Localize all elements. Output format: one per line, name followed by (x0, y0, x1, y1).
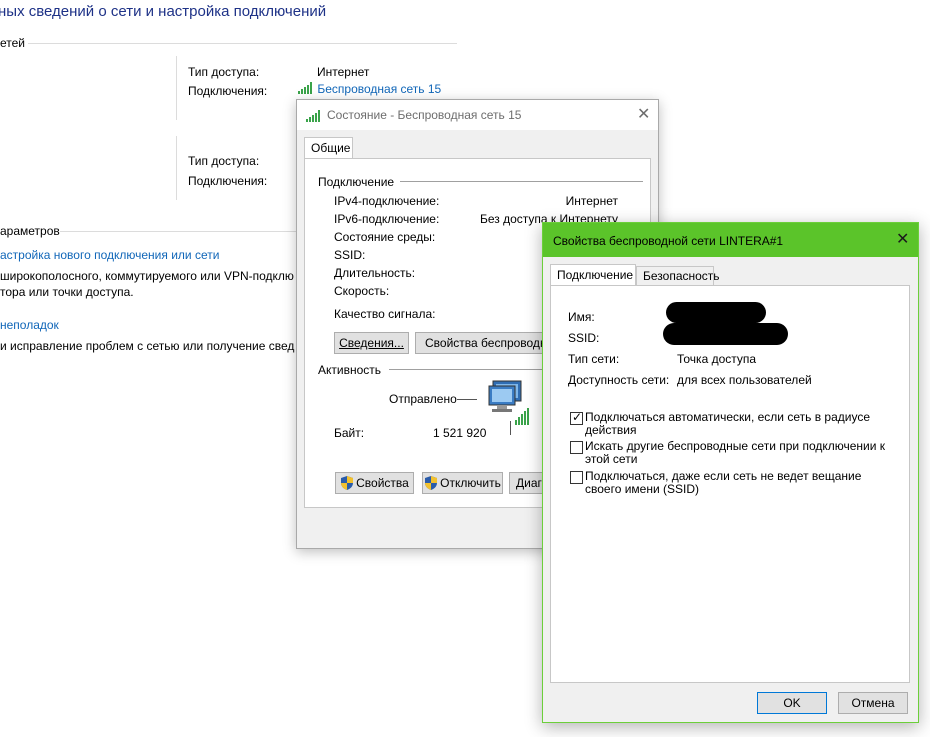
bytes-sent-value: 1 521 920 (433, 426, 487, 440)
status-titlebar[interactable]: Состояние - Беспроводная сеть 15 ✕ (297, 100, 658, 130)
details-button-label: Сведения... (339, 336, 404, 350)
properties-button[interactable]: Свойства (335, 472, 414, 494)
signal-bars-icon (306, 110, 320, 122)
divider-vertical (176, 56, 177, 120)
signal-quality-label: Качество сигнала: (334, 307, 436, 321)
troubleshoot-link[interactable]: неполадок (0, 318, 59, 332)
shield-icon (341, 476, 354, 490)
received-line (510, 421, 511, 435)
section-divider (400, 181, 643, 182)
search-other-label[interactable]: Искать другие беспроводные сети при подк… (585, 440, 885, 466)
redacted-name (666, 302, 766, 323)
divider-vertical (176, 136, 177, 200)
auto-connect-label-line2: действия (585, 423, 637, 437)
close-icon[interactable]: ✕ (637, 107, 650, 123)
net2-access-type-label: Тип доступа: (188, 154, 260, 168)
properties-dialog: Свойства беспроводной сети LINTERA#1 ✕ П… (542, 222, 919, 723)
auto-connect-label[interactable]: Подключаться автоматически, если сеть в … (585, 411, 870, 437)
section-connection-label: Подключение (318, 175, 395, 189)
row-label: IPv6-подключение: (334, 212, 440, 226)
network-type-value: Точка доступа (677, 352, 757, 366)
section-divider (28, 43, 457, 44)
ok-button[interactable]: OK (757, 692, 827, 714)
connect-hidden-label[interactable]: Подключаться, даже если сеть не ведет ве… (585, 470, 861, 496)
connect-hidden-checkbox[interactable] (570, 471, 583, 484)
page-title: ных сведений о сети и настройка подключе… (0, 3, 327, 20)
availability-label: Доступность сети: (568, 373, 670, 387)
name-label: Имя: (568, 310, 595, 324)
net1-connection-label[interactable]: Беспроводная сеть 15 (317, 82, 441, 96)
properties-dialog-title: Свойства беспроводной сети LINTERA#1 (553, 234, 784, 248)
section-networks-label: етей (0, 36, 26, 50)
auto-connect-checkbox[interactable]: ✓ (570, 410, 583, 425)
status-dialog-title: Состояние - Беспроводная сеть 15 (327, 108, 522, 122)
net1-connection-link[interactable]: Беспроводная сеть 15 (298, 82, 441, 96)
search-other-checkbox[interactable] (570, 441, 583, 454)
net1-connections-label: Подключения: (188, 84, 268, 98)
tab-security[interactable]: Безопасность (636, 266, 720, 286)
sent-label: Отправлено (389, 392, 457, 406)
net2-connections-label: Подключения: (188, 174, 268, 188)
availability-value: для всех пользователей (677, 373, 812, 387)
tab-connection[interactable]: Подключение (550, 264, 636, 286)
section-divider (60, 231, 296, 232)
computer-network-icon (488, 380, 529, 425)
row-value: Интернет (565, 194, 618, 208)
signal-bars-icon (298, 82, 312, 94)
net1-access-type-value: Интернет (317, 65, 370, 79)
new-connection-desc-2: тора или точки доступа. (0, 285, 134, 299)
row-label: Скорость: (334, 284, 390, 298)
close-icon[interactable]: ✕ (896, 232, 909, 248)
row-label: IPv4-подключение: (334, 194, 440, 208)
redacted-ssid (663, 323, 788, 345)
disconnect-button-label: Отключить (440, 476, 501, 490)
cancel-button[interactable]: Отмена (838, 692, 908, 714)
net1-access-type-label: Тип доступа: (188, 65, 260, 79)
section-divider (389, 369, 549, 370)
row-label: SSID: (334, 248, 366, 262)
properties-button-label: Свойства (356, 476, 409, 490)
connect-hidden-label-line2: своего имени (SSID) (585, 482, 699, 496)
properties-panel: Имя: SSID: Тип сети: Точка доступа Досту… (550, 285, 910, 683)
check-icon: ✓ (572, 410, 583, 424)
section-params-label: араметров (0, 224, 60, 238)
row-label: Длительность: (334, 266, 416, 280)
disconnect-button[interactable]: Отключить (422, 472, 503, 494)
network-type-label: Тип сети: (568, 352, 620, 366)
details-button[interactable]: Сведения... (334, 332, 409, 354)
sent-line (457, 399, 477, 400)
section-activity-label: Активность (318, 363, 382, 377)
properties-titlebar[interactable]: Свойства беспроводной сети LINTERA#1 ✕ (543, 223, 918, 257)
new-connection-link[interactable]: астройка нового подключения или сети (0, 248, 219, 262)
troubleshoot-desc: и исправление проблем с сетью или получе… (0, 339, 295, 353)
bytes-label: Байт: (334, 426, 365, 440)
search-other-label-line2: этой сети (585, 452, 638, 466)
new-connection-desc-1: широкополосного, коммутируемого или VPN-… (0, 269, 294, 283)
row-label: Состояние среды: (334, 230, 436, 244)
shield-icon (425, 476, 438, 490)
tab-general[interactable]: Общие (304, 137, 353, 159)
ssid-label: SSID: (568, 331, 600, 345)
